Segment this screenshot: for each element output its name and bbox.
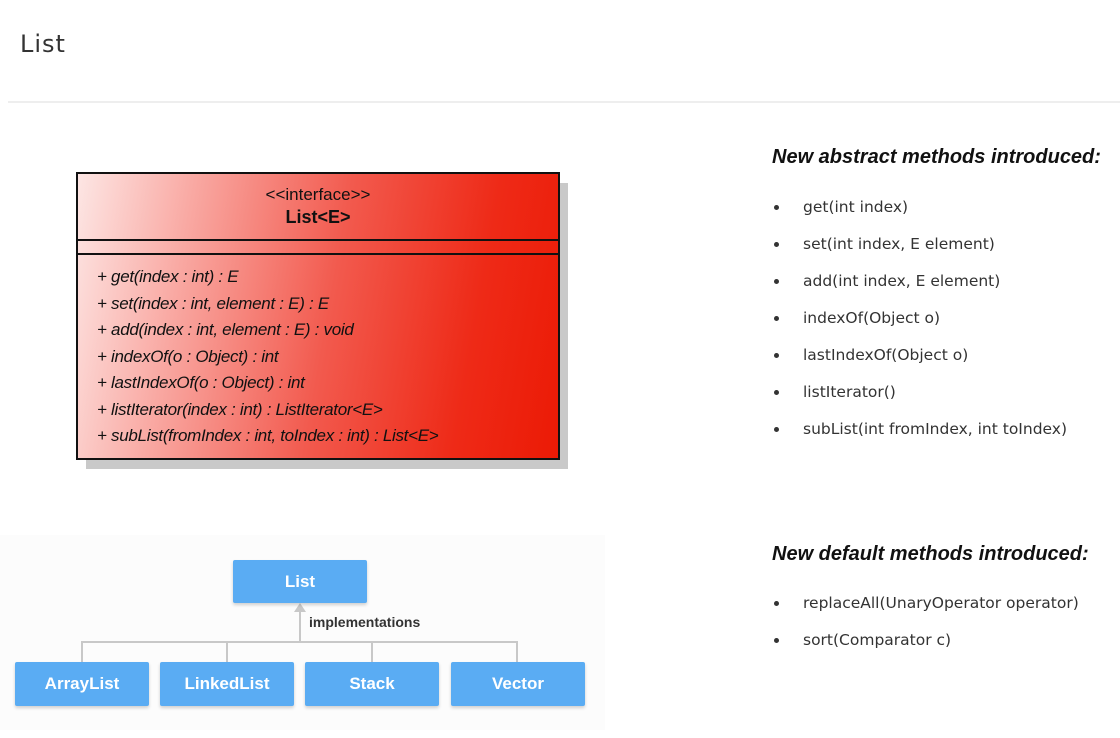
- list-item: set(int index, E element): [772, 233, 1067, 270]
- bullet-icon: [774, 242, 779, 247]
- uml-header: <<interface>> List<E>: [78, 174, 558, 241]
- uml-method: + lastIndexOf(o : Object) : int: [97, 373, 305, 392]
- uml-interface-box: <<interface>> List<E> + get(index : int)…: [76, 172, 560, 460]
- bullet-icon: [774, 353, 779, 358]
- connector-drop: [371, 641, 373, 662]
- list-item: lastIndexOf(Object o): [772, 344, 1067, 381]
- abstract-methods-list: get(int index) set(int index, E element)…: [772, 196, 1067, 455]
- uml-method: + set(index : int, element : E) : E: [97, 293, 329, 313]
- default-methods-heading: New default methods introduced:: [772, 543, 1089, 565]
- bullet-icon: [774, 427, 779, 432]
- list-item: sort(Comparator c): [772, 629, 1079, 666]
- tree-node-vector: Vector: [451, 662, 585, 706]
- connector-arrow-icon: [294, 603, 306, 612]
- uml-attributes-compartment: [78, 241, 558, 255]
- bullet-icon: [774, 205, 779, 210]
- connector-drop: [226, 641, 228, 662]
- tree-node-linkedlist: LinkedList: [160, 662, 294, 706]
- bullet-icon: [774, 279, 779, 284]
- list-item: replaceAll(UnaryOperator operator): [772, 592, 1079, 629]
- uml-methods-compartment: + get(index : int) : E + set(index : int…: [78, 255, 558, 450]
- bullet-icon: [774, 638, 779, 643]
- implementations-label: implementations: [309, 614, 421, 630]
- uml-method: + indexOf(o : Object) : int: [97, 346, 279, 366]
- connector-drop: [516, 641, 518, 662]
- tree-node-stack: Stack: [305, 662, 439, 706]
- list-item: get(int index): [772, 196, 1067, 233]
- uml-stereotype: <<interface>>: [265, 185, 371, 204]
- tree-node-arraylist: ArrayList: [15, 662, 149, 706]
- connector-drop: [81, 641, 83, 662]
- title-divider: [8, 101, 1120, 103]
- tree-node-list: List: [233, 560, 367, 603]
- list-item: add(int index, E element): [772, 270, 1067, 307]
- uml-method: + add(index : int, element : E) : void: [97, 320, 354, 339]
- list-item: subList(int fromIndex, int toIndex): [772, 418, 1067, 455]
- connector-horizontal: [81, 641, 518, 643]
- bullet-icon: [774, 601, 779, 606]
- page-title: List: [20, 30, 66, 58]
- abstract-methods-heading: New abstract methods introduced:: [772, 146, 1101, 168]
- uml-method: + listIterator(index : int) : ListIterat…: [97, 399, 383, 419]
- connector-trunk: [299, 610, 301, 642]
- list-item: indexOf(Object o): [772, 307, 1067, 344]
- bullet-icon: [774, 316, 779, 321]
- uml-method: + get(index : int) : E: [97, 267, 239, 286]
- uml-method: + subList(fromIndex : int, toIndex : int…: [97, 426, 439, 445]
- list-item: listIterator(): [772, 381, 1067, 418]
- uml-class-name: List<E>: [285, 207, 351, 227]
- default-methods-list: replaceAll(UnaryOperator operator) sort(…: [772, 592, 1079, 666]
- bullet-icon: [774, 390, 779, 395]
